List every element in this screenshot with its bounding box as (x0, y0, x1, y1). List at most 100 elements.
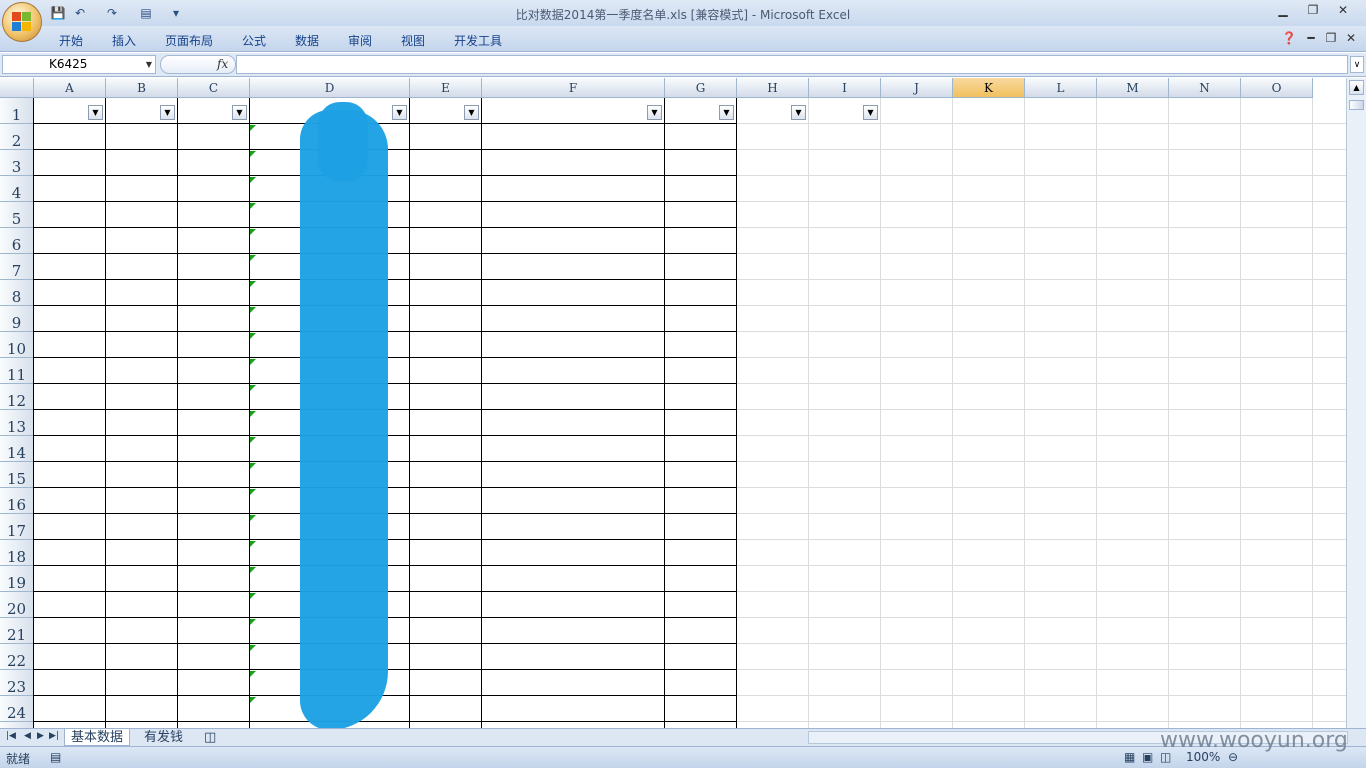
filter-dropdown-button[interactable]: ▼ (647, 105, 662, 120)
sheet-tab-basic-data[interactable]: 基本数据 (64, 729, 131, 746)
select-all-corner[interactable] (0, 78, 34, 98)
row-header[interactable]: 10 (0, 332, 34, 358)
filter-dropdown-button[interactable]: ▼ (719, 105, 734, 120)
tab-review[interactable]: 审阅 (348, 32, 372, 49)
column-header[interactable]: M (1097, 78, 1169, 98)
sheet-tab-paid[interactable]: 有发钱 (138, 729, 189, 746)
column-header[interactable]: I (809, 78, 881, 98)
row-header[interactable]: 12 (0, 384, 34, 410)
row-header[interactable]: 9 (0, 306, 34, 332)
row-header[interactable]: 22 (0, 644, 34, 670)
number-as-text-indicator (250, 567, 256, 573)
row-header[interactable]: 13 (0, 410, 34, 436)
row-header[interactable]: 5 (0, 202, 34, 228)
worksheet-grid[interactable]: A B C D E F G H I J K L M N O 1 2 3 4 5 6 7 8 9 10 11 12 13 14 15 16 17… (0, 78, 1346, 728)
row-header[interactable]: 6 (0, 228, 34, 254)
macro-record-icon[interactable]: ▤ (50, 750, 61, 764)
number-as-text-indicator (250, 333, 256, 339)
insert-sheet-icon[interactable]: ◫ (198, 729, 222, 746)
column-header[interactable]: O (1241, 78, 1313, 98)
amount-cell (410, 566, 482, 592)
next-sheet-icon[interactable]: ▶ (37, 731, 44, 741)
row-header[interactable]: 18 (0, 540, 34, 566)
row-header[interactable]: 14 (0, 436, 34, 462)
village-cell (667, 388, 737, 414)
column-header[interactable]: B (106, 78, 178, 98)
signature-cell (482, 124, 665, 150)
name-box[interactable]: K6425 ▼ (2, 55, 156, 74)
signature-cell (482, 618, 665, 644)
filter-dropdown-button[interactable]: ▼ (464, 105, 479, 120)
tab-developer[interactable]: 开发工具 (454, 32, 502, 49)
formula-input[interactable] (236, 55, 1348, 74)
gender-cell (178, 488, 250, 514)
amount-cell (410, 124, 482, 150)
tab-home[interactable]: 开始 (59, 32, 83, 49)
prev-sheet-icon[interactable]: ◀ (24, 731, 31, 741)
row-header[interactable]: 8 (0, 280, 34, 306)
row-header[interactable]: 24 (0, 696, 34, 722)
filter-dropdown-button[interactable]: ▼ (392, 105, 407, 120)
tab-page-layout[interactable]: 页面布局 (165, 32, 213, 49)
expand-formula-bar-icon[interactable]: ∨ (1350, 56, 1364, 73)
row-header[interactable]: 11 (0, 358, 34, 384)
column-header[interactable]: A (34, 78, 106, 98)
column-header[interactable]: G (665, 78, 737, 98)
column-header[interactable]: J (881, 78, 953, 98)
scroll-up-icon[interactable]: ▲ (1349, 80, 1364, 95)
ribbon-close-icon[interactable]: ✕ (1340, 31, 1362, 45)
seq-cell (34, 358, 106, 384)
row-header[interactable]: 4 (0, 176, 34, 202)
row-header[interactable]: 17 (0, 514, 34, 540)
tab-view[interactable]: 视图 (401, 32, 425, 49)
row-header[interactable]: 2 (0, 124, 34, 150)
minimize-button[interactable]: ▁ (1272, 3, 1294, 17)
signature-cell (482, 670, 665, 696)
column-header[interactable]: F (482, 78, 665, 98)
amount-cell (410, 410, 482, 436)
close-button[interactable]: ✕ (1332, 3, 1354, 17)
number-as-text-indicator (250, 177, 256, 183)
ribbon-minimize-icon[interactable]: ━ (1300, 31, 1322, 45)
column-header[interactable]: N (1169, 78, 1241, 98)
filter-dropdown-button[interactable]: ▼ (88, 105, 103, 120)
filter-dropdown-button[interactable]: ▼ (232, 105, 247, 120)
filter-dropdown-button[interactable]: ▼ (863, 105, 878, 120)
tab-data[interactable]: 数据 (295, 32, 319, 49)
vertical-scrollbar[interactable]: ▲ (1346, 78, 1366, 728)
row-header[interactable]: 21 (0, 618, 34, 644)
tab-insert[interactable]: 插入 (112, 32, 136, 49)
column-header[interactable]: H (737, 78, 809, 98)
row-header[interactable]: 15 (0, 462, 34, 488)
column-header[interactable]: C (178, 78, 250, 98)
gender-cell (178, 696, 250, 722)
row-header[interactable]: 20 (0, 592, 34, 618)
page-layout-view-icon[interactable]: ▣ (1142, 750, 1153, 764)
seq-cell (34, 644, 106, 670)
chevron-down-icon[interactable]: ▼ (146, 56, 152, 73)
restore-button[interactable]: ❐ (1302, 3, 1324, 17)
help-icon[interactable]: ❓ (1278, 31, 1300, 45)
row-header[interactable]: 23 (0, 670, 34, 696)
first-sheet-icon[interactable]: |◀ (6, 731, 16, 741)
row-header[interactable]: 7 (0, 254, 34, 280)
office-button[interactable] (2, 2, 42, 42)
filter-dropdown-button[interactable]: ▼ (791, 105, 806, 120)
column-header[interactable]: L (1025, 78, 1097, 98)
insert-function-icon[interactable]: fx (217, 57, 228, 71)
column-header[interactable]: K (953, 78, 1025, 98)
row-header[interactable]: 16 (0, 488, 34, 514)
normal-view-icon[interactable]: ▦ (1124, 750, 1135, 764)
column-header[interactable]: E (410, 78, 482, 98)
scroll-thumb[interactable] (1349, 100, 1364, 110)
last-sheet-icon[interactable]: ▶| (49, 731, 59, 741)
ribbon-restore-icon[interactable]: ❐ (1320, 31, 1342, 45)
row-header[interactable]: 19 (0, 566, 34, 592)
row-header[interactable]: 3 (0, 150, 34, 176)
signature-cell (482, 462, 665, 488)
filter-dropdown-button[interactable]: ▼ (160, 105, 175, 120)
gender-cell (178, 176, 250, 202)
column-header[interactable]: D (250, 78, 410, 98)
tab-formulas[interactable]: 公式 (242, 32, 266, 49)
row-header[interactable]: 1 (0, 98, 34, 124)
